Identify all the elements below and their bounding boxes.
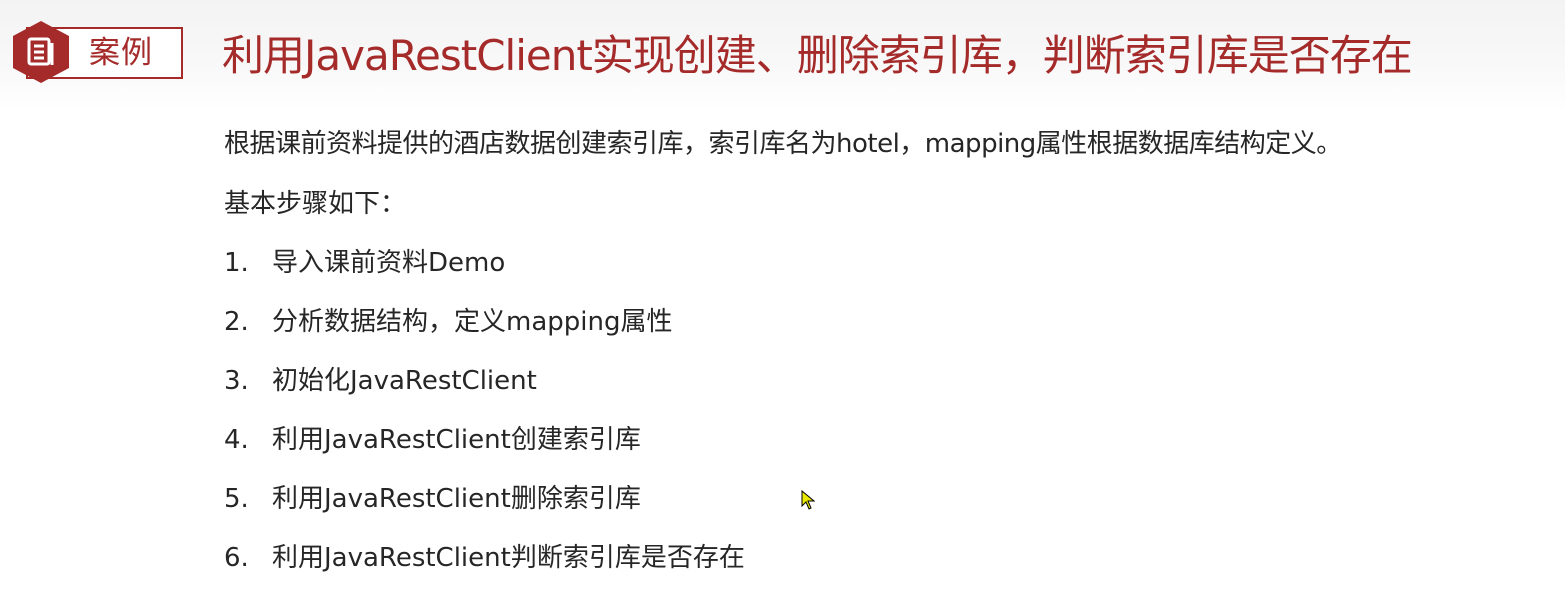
page-title: 利用JavaRestClient实现创建、删除索引库，判断索引库是否存在 [222,31,1413,80]
list-item: 4. 利用JavaRestClient创建索引库 [224,422,641,458]
list-item-text: 导入课前资料Demo [272,248,506,278]
list-item: 2. 分析数据结构，定义mapping属性 [224,304,672,340]
list-item-number: 6. [224,543,249,573]
list-item: 1. 导入课前资料Demo [224,245,505,281]
list-item-number: 2. [224,307,249,337]
list-item-number: 3. [224,366,249,396]
intro-text: 根据课前资料提供的酒店数据创建索引库，索引库名为hotel，mapping属性根… [224,129,1342,159]
steps-heading: 基本步骤如下： [224,189,407,219]
mouse-cursor-icon [801,490,815,510]
list-item-text: 初始化JavaRestClient [272,366,537,396]
list-item-text: 分析数据结构，定义mapping属性 [272,307,673,337]
list-item-number: 4. [224,425,249,455]
list-item-text: 利用JavaRestClient判断索引库是否存在 [272,543,745,573]
document-icon [13,21,69,83]
list-item-number: 5. [224,484,249,514]
list-item: 5. 利用JavaRestClient删除索引库 [224,481,641,517]
list-item-text: 利用JavaRestClient创建索引库 [272,425,641,455]
list-item-number: 1. [224,248,249,278]
list-item: 6. 利用JavaRestClient判断索引库是否存在 [224,540,745,576]
list-item: 3. 初始化JavaRestClient [224,363,537,399]
list-item-text: 利用JavaRestClient删除索引库 [272,484,641,514]
badge-label: 案例 [89,35,153,71]
